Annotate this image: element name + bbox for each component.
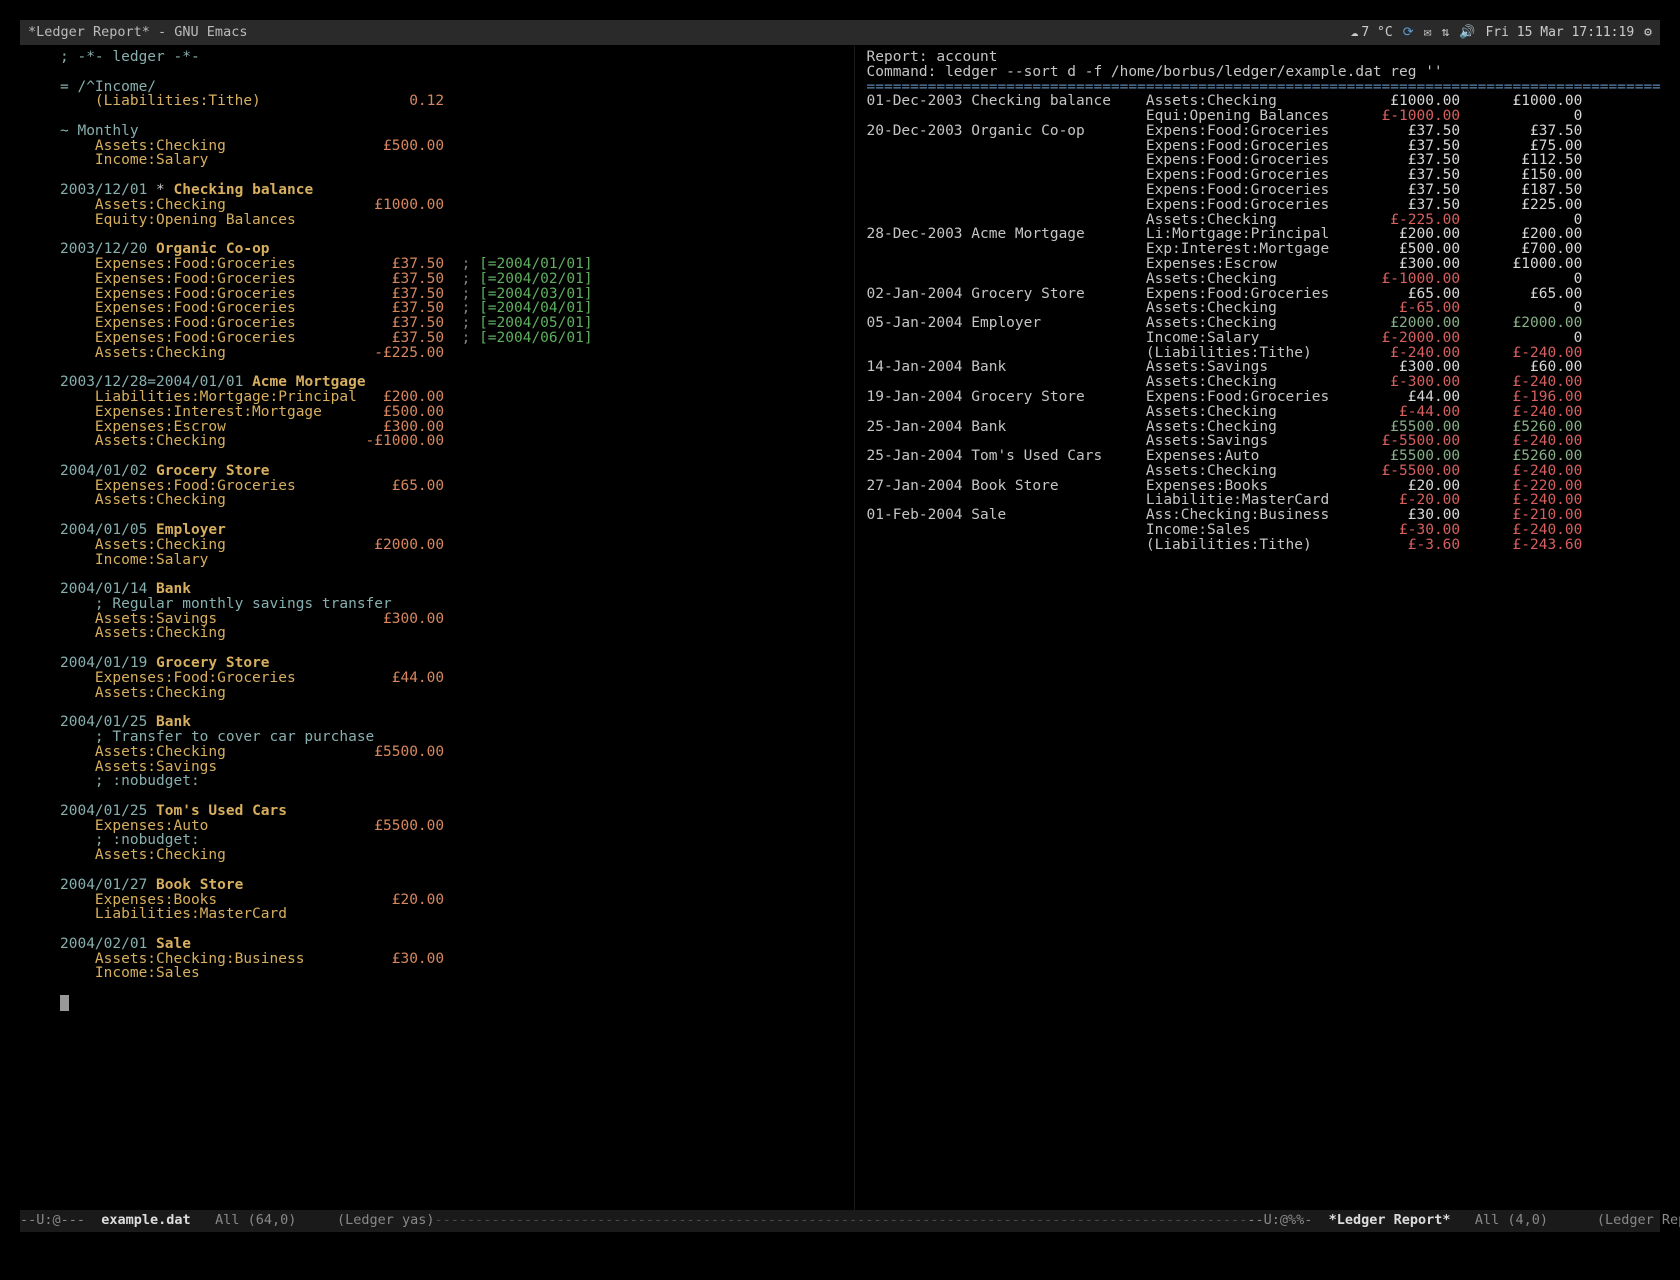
modeline-dashes: ----------------------------------------… — [435, 1214, 1248, 1228]
modeline-flags: --U:@%%- — [1247, 1214, 1328, 1228]
modeline-mode: (Ledger Report yas) — [1597, 1214, 1680, 1228]
window-title: *Ledger Report* - GNU Emacs — [28, 26, 1351, 40]
refresh-icon[interactable]: ⟳ — [1403, 26, 1414, 39]
modeline-mode: (Ledger yas) — [337, 1214, 435, 1228]
network-icon[interactable]: ⇅ — [1441, 26, 1449, 39]
ledger-report-pane[interactable]: Report: accountCommand: ledger --sort d … — [854, 46, 1661, 1210]
modeline-flags: --U:@--- — [20, 1214, 101, 1228]
mode-line: --U:@--- example.dat All (64,0) (Ledger … — [20, 1210, 1660, 1232]
volume-icon[interactable]: 🔊 — [1459, 26, 1475, 39]
cloud-icon: ☁ — [1351, 26, 1359, 39]
window-titlebar: *Ledger Report* - GNU Emacs ☁ 7 °C ⟳ ✉ ⇅… — [20, 20, 1660, 46]
minibuffer[interactable] — [20, 1232, 1660, 1260]
mode-line-right: --U:@%%- *Ledger Report* All (4,0) (Ledg… — [1247, 1210, 1680, 1232]
modeline-buffer-name: example.dat — [101, 1214, 190, 1228]
mail-icon[interactable]: ✉ — [1424, 26, 1432, 39]
modeline-position: All (64,0) — [191, 1214, 337, 1228]
settings-cog-icon[interactable]: ⚙ — [1644, 26, 1652, 39]
modeline-position: All (4,0) — [1451, 1214, 1597, 1228]
mode-line-left: --U:@--- example.dat All (64,0) (Ledger … — [20, 1210, 1247, 1232]
clock-text: Fri 15 Mar 17:11:19 — [1485, 26, 1634, 39]
weather-text: 7 °C — [1361, 26, 1392, 39]
modeline-buffer-name: *Ledger Report* — [1329, 1214, 1451, 1228]
system-tray: ☁ 7 °C ⟳ ✉ ⇅ 🔊 Fri 15 Mar 17:11:19 ⚙ — [1351, 26, 1652, 39]
ledger-source-pane[interactable]: ; -*- ledger -*- = /^Income/ (Liabilitie… — [20, 46, 854, 1210]
weather-indicator[interactable]: ☁ 7 °C — [1351, 26, 1393, 39]
